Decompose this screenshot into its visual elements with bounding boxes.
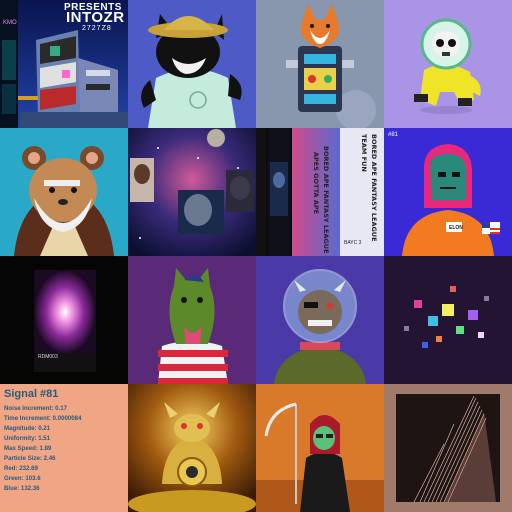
apes-headline-text: APES GOTTA APE xyxy=(312,152,320,215)
signal-row-uniformity: Uniformity: 1.51 xyxy=(4,435,51,442)
nft-tile-hooded-bear[interactable] xyxy=(0,128,128,256)
apes-subline-text: BORED APE FANTASY LEAGUE xyxy=(322,146,330,254)
floating-cubes-artwork xyxy=(384,256,512,384)
nft-tile-space-collage[interactable] xyxy=(128,128,256,256)
cat-hat-artwork xyxy=(128,0,256,128)
nft-tile-abstract-lines[interactable] xyxy=(384,384,512,512)
reaper-artwork xyxy=(256,384,384,512)
abstract-lines-artwork xyxy=(384,384,512,512)
pink-burst-artwork xyxy=(0,256,128,384)
space-collage-artwork xyxy=(128,128,256,256)
astronaut-badge-text: ELON xyxy=(449,225,463,231)
nft-tile-helmet-cyborg[interactable] xyxy=(256,256,384,384)
nft-tile-signal-81[interactable]: Signal #81 Noise Increment: 0.17 Time In… xyxy=(0,384,128,512)
nft-tile-floating-cubes[interactable] xyxy=(384,256,512,384)
orange-astronaut-artwork xyxy=(384,128,512,256)
signal-row-time-increment: Time Increment: 0.0000084 xyxy=(4,415,82,422)
nft-tile-green-dog[interactable] xyxy=(128,256,256,384)
nft-tile-reaper[interactable] xyxy=(256,384,384,512)
intozr-subtitle: 2727Z8 xyxy=(82,25,112,32)
golden-dragon-artwork xyxy=(128,384,256,512)
astronaut-number: #81 xyxy=(388,132,399,138)
green-dog-artwork xyxy=(128,256,256,384)
skull-astronaut-artwork xyxy=(384,0,512,128)
signal-row-max-speed: Max Speed: 1.89 xyxy=(4,445,52,452)
signal-row-blue: Blue: 132.36 xyxy=(4,485,40,492)
nft-tile-golden-dragon[interactable] xyxy=(128,384,256,512)
nft-tile-pink-burst[interactable]: RDM003 xyxy=(0,256,128,384)
nft-tile-skull-astronaut[interactable] xyxy=(384,0,512,128)
nft-tile-corgi-robot[interactable] xyxy=(256,0,384,128)
apes-team-label: TEAM FUN xyxy=(360,134,368,172)
intozr-side-text: KMO xyxy=(3,20,17,26)
hooded-bear-artwork xyxy=(0,128,128,256)
intozr-title: INTOZR xyxy=(66,9,125,26)
apes-footer-text: BAYC 3 xyxy=(344,240,362,246)
helmet-cyborg-artwork xyxy=(256,256,384,384)
signal-row-red: Red: 232.69 xyxy=(4,465,38,472)
signal-row-green: Green: 103.6 xyxy=(4,475,41,482)
nft-tile-intozr[interactable]: PRESENTS INTOZR 2727Z8 KMO xyxy=(0,0,128,128)
nft-tile-apes-gotta-ape[interactable]: APES GOTTA APE BORED APE FANTASY LEAGUE … xyxy=(256,128,384,256)
signal-title: Signal #81 xyxy=(4,388,59,400)
apes-side-caption: BORED APE FANTASY LEAGUE xyxy=(370,134,378,242)
nft-tile-orange-astronaut[interactable]: #81 ELON xyxy=(384,128,512,256)
pink-burst-code: RDM003 xyxy=(38,354,58,360)
corgi-robot-artwork xyxy=(256,0,384,128)
signal-row-magnitude: Magnitude: 0.21 xyxy=(4,425,51,432)
signal-row-noise-increment: Noise Increment: 0.17 xyxy=(4,405,67,412)
nft-gallery-grid: PRESENTS INTOZR 2727Z8 KMO APES GOTTA AP… xyxy=(0,0,512,512)
nft-tile-cat-hat[interactable] xyxy=(128,0,256,128)
signal-row-particle-size: Particle Size: 2.46 xyxy=(4,455,56,462)
